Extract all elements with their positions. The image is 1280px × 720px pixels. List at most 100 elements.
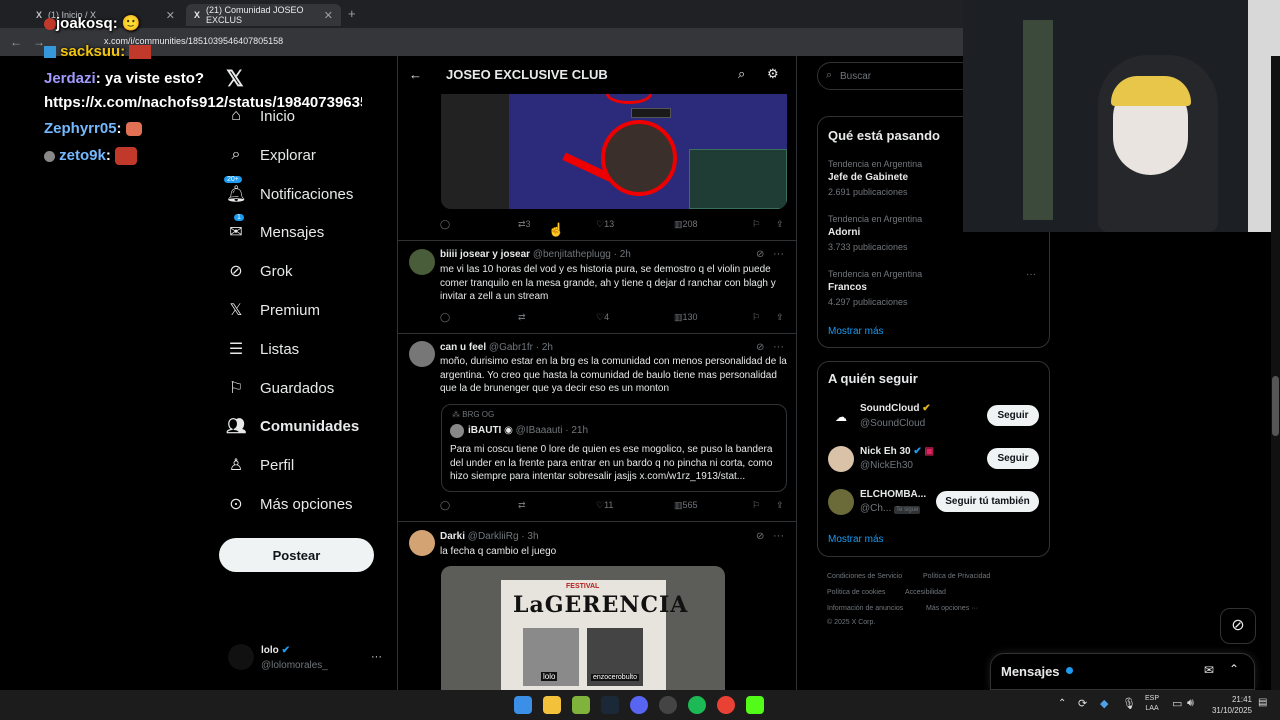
footer-link[interactable]: Política de cookies xyxy=(827,589,885,596)
scrollbar-thumb[interactable] xyxy=(1272,376,1279,436)
nav-notificaciones[interactable]: 🔔︎ 20+ Notificaciones xyxy=(224,176,353,208)
retweet-icon[interactable]: ⇄ xyxy=(518,312,526,323)
nav-listas[interactable]: ☰ Listas xyxy=(226,335,299,363)
like-button[interactable]: ♡ 4 xyxy=(596,312,609,323)
avatar[interactable] xyxy=(409,341,435,367)
reply-icon[interactable]: ◯ xyxy=(440,312,450,323)
gear-icon[interactable]: ⚙ xyxy=(767,66,779,82)
nav-mas-opciones[interactable]: ⊙ Más opciones xyxy=(226,490,352,518)
chat-message: zeto9k: xyxy=(44,147,138,166)
views-button[interactable]: ▥ 130 xyxy=(674,312,698,323)
share-icon[interactable]: ⇪ xyxy=(776,312,784,323)
retweet-button[interactable]: ⇄ 3 xyxy=(518,219,531,230)
new-message-icon[interactable]: ✉ xyxy=(1204,663,1214,677)
more-icon[interactable]: ··· xyxy=(1026,269,1036,280)
more-icon[interactable]: ··· xyxy=(773,341,784,353)
show-more-trends-link[interactable]: Mostrar más xyxy=(828,326,884,337)
new-tab-icon[interactable]: + xyxy=(348,6,356,21)
network-icon[interactable]: ▭ xyxy=(1172,697,1182,710)
microphone-icon[interactable]: 🎙︎ xyxy=(1122,697,1136,710)
follow-button[interactable]: Seguir xyxy=(987,448,1039,469)
grok-icon[interactable]: ⊘ xyxy=(756,249,764,260)
tweet-author[interactable]: can u feel @Gabr1fr · 2h xyxy=(440,342,553,353)
footer-link[interactable]: Política de Privacidad xyxy=(923,573,990,580)
reply-icon[interactable]: ◯ xyxy=(440,500,450,511)
file-explorer-icon[interactable] xyxy=(543,696,561,714)
tab-comunidad[interactable]: X (21) Comunidad JOSEO EXCLUS ✕ xyxy=(186,4,341,26)
nav-guardados[interactable]: ⚐ Guardados xyxy=(226,374,334,402)
account-handle: @lolomorales_ xyxy=(261,660,328,671)
language-indicator[interactable]: ESP LAA xyxy=(1145,694,1159,714)
kick-icon[interactable] xyxy=(746,696,764,714)
views-button[interactable]: ▥ 208 xyxy=(674,219,698,230)
who-to-follow-title: A quién seguir xyxy=(828,371,918,386)
spotify-icon[interactable] xyxy=(688,696,706,714)
retweet-icon[interactable]: ⇄ xyxy=(518,500,526,511)
messages-drawer[interactable]: Mensajes ✉ ⌃ xyxy=(990,653,1255,690)
search-icon[interactable]: ⌕ xyxy=(738,66,745,82)
app-icon[interactable] xyxy=(659,696,677,714)
discord-icon[interactable] xyxy=(630,696,648,714)
webcam-overlay xyxy=(963,0,1280,232)
close-icon[interactable]: ✕ xyxy=(324,9,333,22)
more-icon[interactable]: ··· xyxy=(773,248,784,260)
more-icon[interactable]: ··· xyxy=(773,530,784,542)
account-name[interactable]: lolo ✔ xyxy=(261,645,290,656)
nav-perfil[interactable]: ♙ Perfil xyxy=(226,451,294,479)
tweet-media[interactable] xyxy=(441,94,787,209)
account-menu-icon[interactable]: ··· xyxy=(371,651,382,663)
views-button[interactable]: ▥ 565 xyxy=(674,500,698,511)
tweet-media[interactable]: FESTIVAL LaGERENCIA lolo enzocerobulto xyxy=(441,566,725,690)
nav-premium[interactable]: 𝕏 Premium xyxy=(226,296,320,324)
back-icon[interactable]: ← xyxy=(10,35,22,49)
avatar[interactable] xyxy=(409,530,435,556)
volume-icon[interactable]: 🔊︎ xyxy=(1187,697,1194,710)
avatar xyxy=(828,489,854,515)
expand-icon[interactable]: ⌃ xyxy=(1229,662,1239,676)
footer-link[interactable]: Información de anuncios xyxy=(827,605,903,612)
tweet-author[interactable]: biiii josear y josear @benjitatheplugg ·… xyxy=(440,249,631,260)
follow-back-button[interactable]: Seguir tú también xyxy=(936,491,1039,512)
clock[interactable]: 21:41 31/10/2025 xyxy=(1206,694,1252,716)
x-logo-icon[interactable]: 𝕏 xyxy=(226,66,244,92)
steam-icon[interactable] xyxy=(601,696,619,714)
close-icon[interactable]: ✕ xyxy=(166,9,175,22)
show-more-follow-link[interactable]: Mostrar más xyxy=(828,534,884,545)
like-button[interactable]: ♡ 13 xyxy=(596,219,614,230)
share-icon[interactable]: ⇪ xyxy=(776,219,784,230)
bookmark-icon[interactable]: ⚐ xyxy=(752,312,760,323)
tray-icon[interactable]: ◆ xyxy=(1100,697,1108,710)
avatar[interactable] xyxy=(409,249,435,275)
share-icon[interactable]: ⇪ xyxy=(776,500,784,511)
bookmark-icon[interactable]: ⚐ xyxy=(752,219,760,230)
chrome-icon[interactable] xyxy=(717,696,735,714)
tray-up-icon[interactable]: ⌃ xyxy=(1058,698,1066,709)
tab-label: (21) Comunidad JOSEO EXCLUS xyxy=(206,5,304,25)
scrollbar[interactable] xyxy=(1271,56,1280,690)
list-icon: ☰ xyxy=(228,341,244,358)
grok-icon[interactable]: ⊘ xyxy=(756,342,764,353)
quoted-tweet[interactable]: ⁂ BRG OG iBAUTI ◉ @IBaaauti · 21h Para m… xyxy=(441,404,787,492)
reply-icon[interactable]: ◯ xyxy=(440,219,450,230)
like-button[interactable]: ♡ 11 xyxy=(596,500,613,511)
tweet-author[interactable]: Darki @DarkliiRg · 3h xyxy=(440,531,539,542)
nav-comunidades[interactable]: 👥︎ Comunidades xyxy=(226,412,359,440)
follow-button[interactable]: Seguir xyxy=(987,405,1039,426)
nav-explorar[interactable]: ⌕ Explorar xyxy=(226,141,316,169)
app-icon[interactable] xyxy=(572,696,590,714)
post-button[interactable]: Postear xyxy=(219,538,374,572)
notification-icon[interactable]: ▤ xyxy=(1258,697,1267,708)
back-icon[interactable]: ← xyxy=(409,67,422,82)
footer-link[interactable]: Condiciones de Servicio xyxy=(827,573,902,580)
nav-mensajes[interactable]: ✉ 1 Mensajes xyxy=(226,214,324,246)
footer-link[interactable]: Accesibilidad xyxy=(905,589,946,596)
windows-start-icon[interactable] xyxy=(514,696,532,714)
grok-button[interactable]: ⊘ xyxy=(1220,608,1256,644)
avatar[interactable] xyxy=(228,644,254,670)
nav-grok[interactable]: ⊘ Grok xyxy=(226,257,292,285)
bookmark-icon[interactable]: ⚐ xyxy=(752,500,760,511)
grok-icon[interactable]: ⊘ xyxy=(756,531,764,542)
footer-link[interactable]: Más opciones ··· xyxy=(926,605,978,612)
chat-message: sacksuu: xyxy=(44,43,152,60)
tray-icon[interactable]: ⟳ xyxy=(1078,697,1087,710)
